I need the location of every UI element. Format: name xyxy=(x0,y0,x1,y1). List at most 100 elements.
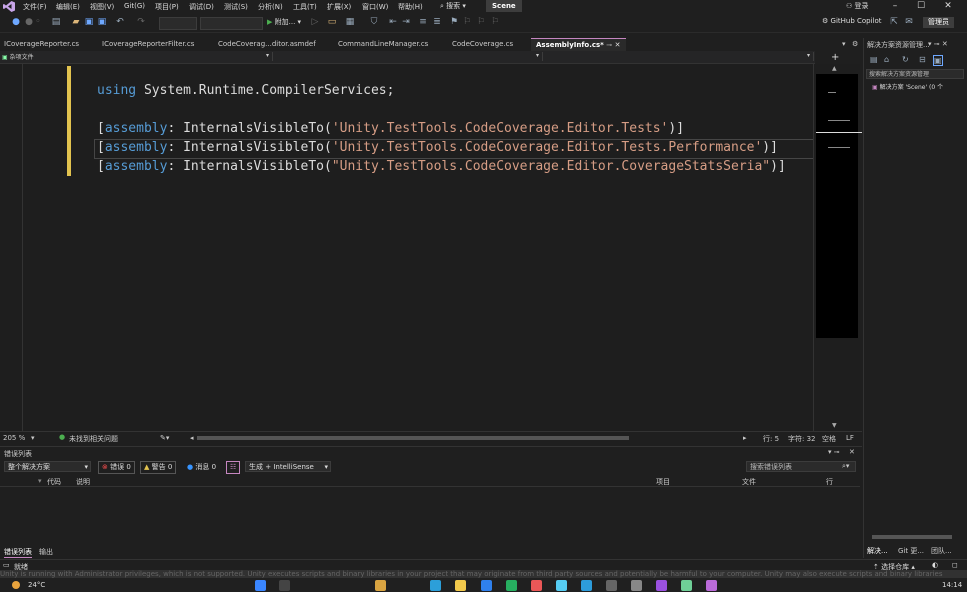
show-all-files-icon[interactable]: ▣ xyxy=(933,55,943,66)
tab-commandlinemanager[interactable]: CommandLineManager.cs xyxy=(338,38,428,50)
clear-bookmarks-icon[interactable]: ⚐ xyxy=(490,17,500,27)
scroll-right-icon[interactable]: ▸ xyxy=(743,434,747,442)
menu-project[interactable]: 项目(P) xyxy=(155,2,179,12)
taskbar-app-icon[interactable] xyxy=(481,580,492,591)
tab-team[interactable]: 团队... xyxy=(931,546,952,556)
add-icon[interactable]: + xyxy=(831,52,839,63)
hot-reload-icon[interactable]: ⛉ xyxy=(369,17,379,27)
notification-icon[interactable]: ◐ xyxy=(932,561,938,569)
browser-icon[interactable]: ▭ xyxy=(327,17,337,27)
menu-extensions[interactable]: 扩展(X) xyxy=(327,2,351,12)
menu-window[interactable]: 窗口(W) xyxy=(362,2,388,12)
notifications-bell-icon[interactable]: ◻ xyxy=(952,561,958,569)
forward-nav-icon-2[interactable]: ◦ xyxy=(33,17,43,27)
close-window-button[interactable]: ✕ xyxy=(935,0,961,13)
maximize-button[interactable]: ☐ xyxy=(908,0,934,13)
clock[interactable]: 14:14 xyxy=(942,581,962,589)
issues-status[interactable]: 未找到相关问题 xyxy=(69,434,118,444)
line-ending[interactable]: LF xyxy=(846,434,854,442)
messages-filter[interactable]: ● 消息 0 xyxy=(183,461,220,474)
menu-edit[interactable]: 编辑(E) xyxy=(56,2,80,12)
home-icon[interactable]: ⌂ xyxy=(884,55,889,64)
next-bookmark-icon[interactable]: ⚐ xyxy=(476,17,486,27)
code-line-5[interactable]: [assembly: InternalsVisibleTo("Unity.Tes… xyxy=(97,159,786,174)
format-icon[interactable]: ⇤ xyxy=(388,17,398,27)
menu-test[interactable]: 测试(S) xyxy=(224,2,248,12)
filter-toggle-icon[interactable]: ☷ xyxy=(226,461,241,474)
column-project[interactable]: 项目 xyxy=(656,477,670,487)
minimap-viewport[interactable] xyxy=(816,74,862,338)
taskbar-app-icon[interactable] xyxy=(556,580,567,591)
weather-temperature[interactable]: 24°C xyxy=(28,581,45,589)
visual-studio-logo-icon[interactable] xyxy=(3,1,15,12)
member-dropdown[interactable]: ▾ xyxy=(544,52,814,61)
save-all-icon[interactable]: ▣ xyxy=(97,17,107,27)
configuration-dropdown[interactable] xyxy=(159,17,197,30)
whitespace-mode[interactable]: 空格 xyxy=(822,434,836,444)
menu-tools[interactable]: 工具(T) xyxy=(293,2,317,12)
menu-view[interactable]: 视图(V) xyxy=(90,2,114,12)
feedback-icon[interactable]: ✉ xyxy=(904,17,914,27)
redo-icon[interactable]: ↷ xyxy=(136,17,146,27)
taskbar-search-icon[interactable] xyxy=(279,580,290,591)
pin-icon[interactable]: ⊸ xyxy=(606,41,612,49)
scroll-left-icon[interactable]: ◂ xyxy=(190,434,194,442)
menu-debug[interactable]: 调试(D) xyxy=(189,2,214,12)
login-button[interactable]: ⚇ 登录 xyxy=(846,1,869,11)
refresh-icon[interactable]: ↻ xyxy=(902,55,909,64)
comment-icon[interactable]: ≡ xyxy=(418,17,428,27)
tab-assemblyinfo[interactable]: AssemblyInfo.cs* ⊸ ✕ xyxy=(531,38,626,51)
code-line-3[interactable]: [assembly: InternalsVisibleTo('Unity.Tes… xyxy=(97,121,684,136)
column-file[interactable]: 文件 xyxy=(742,477,756,487)
taskbar-app-icon[interactable] xyxy=(631,580,642,591)
tab-icoveragereporterfilter[interactable]: ICoverageReporterFilter.cs xyxy=(102,38,194,50)
type-dropdown[interactable]: ▾ xyxy=(274,52,543,61)
uncomment-icon[interactable]: ≣ xyxy=(432,17,442,27)
scroll-down-icon[interactable]: ▼ xyxy=(832,422,837,429)
window-layout-icon[interactable]: ▦ xyxy=(345,17,355,27)
new-project-icon[interactable]: ▤ xyxy=(51,17,61,27)
tab-icoveragereporter[interactable]: ICoverageReporter.cs xyxy=(4,38,79,50)
file-explorer-icon[interactable] xyxy=(455,580,466,591)
github-copilot-button[interactable]: ⚙ GitHub Copilot xyxy=(822,17,882,25)
outline-icon[interactable]: ⇥ xyxy=(401,17,411,27)
tab-overflow-icon[interactable]: ▾ xyxy=(842,38,846,50)
bookmark-icon[interactable]: ⚑ xyxy=(449,17,459,27)
save-icon[interactable]: ▣ xyxy=(84,17,94,27)
panel-options-icon[interactable]: ▾ ⊸ ✕ xyxy=(928,40,948,48)
start-menu-icon[interactable] xyxy=(255,580,266,591)
panel-options-icon[interactable]: ▾ ⊸ xyxy=(828,448,840,456)
taskbar-app-icon[interactable] xyxy=(506,580,517,591)
platform-dropdown[interactable] xyxy=(200,17,263,30)
menu-analyze[interactable]: 分析(N) xyxy=(258,2,283,12)
tab-solution[interactable]: 解决... xyxy=(867,546,888,556)
scroll-up-icon[interactable]: ▲ xyxy=(832,65,837,72)
code-line-4[interactable]: [assembly: InternalsVisibleTo('Unity.Tes… xyxy=(97,140,778,155)
search-icon[interactable]: ⌕▾ xyxy=(842,462,849,471)
project-dropdown[interactable]: ▣ 杂项文件 ▾ xyxy=(2,52,273,61)
menu-help[interactable]: 帮助(H) xyxy=(398,2,423,12)
menu-file[interactable]: 文件(F) xyxy=(23,2,47,12)
undo-icon[interactable]: ↶ xyxy=(115,17,125,27)
zoom-dropdown-icon[interactable]: ▾ xyxy=(31,434,35,442)
back-nav-icon[interactable]: ● xyxy=(11,17,21,27)
tab-codecoverage[interactable]: CodeCoverage.cs xyxy=(452,38,513,50)
tab-git-changes[interactable]: Git 更... xyxy=(898,546,924,556)
line-number[interactable]: 行: 5 xyxy=(763,434,779,444)
panel-close-icon[interactable]: ✕ xyxy=(849,448,855,456)
tab-codecoverage-asmdef[interactable]: CodeCoverag...ditor.asmdef xyxy=(218,38,316,50)
output-icon[interactable]: ▭ xyxy=(3,561,10,569)
taskbar-app-icon[interactable] xyxy=(681,580,692,591)
column-line[interactable]: 行 xyxy=(826,477,833,487)
brush-icon[interactable]: ✎▾ xyxy=(160,434,169,442)
warnings-filter[interactable]: ▲ 警告 0 xyxy=(140,461,177,474)
column-code[interactable]: 代码 xyxy=(47,477,61,487)
build-filter-dropdown[interactable]: 生成 + IntelliSense ▾ xyxy=(245,461,331,472)
share-icon[interactable]: ⇱ xyxy=(889,17,899,27)
code-line-1[interactable]: using System.Runtime.CompilerServices; xyxy=(97,83,394,98)
global-search[interactable]: ⌕ 搜索 ▾ xyxy=(440,1,466,11)
minimize-button[interactable]: – xyxy=(882,0,908,13)
taskbar-app-icon[interactable] xyxy=(706,580,717,591)
unity-icon[interactable] xyxy=(606,580,617,591)
code-editor[interactable]: using System.Runtime.CompilerServices; [… xyxy=(0,64,814,431)
